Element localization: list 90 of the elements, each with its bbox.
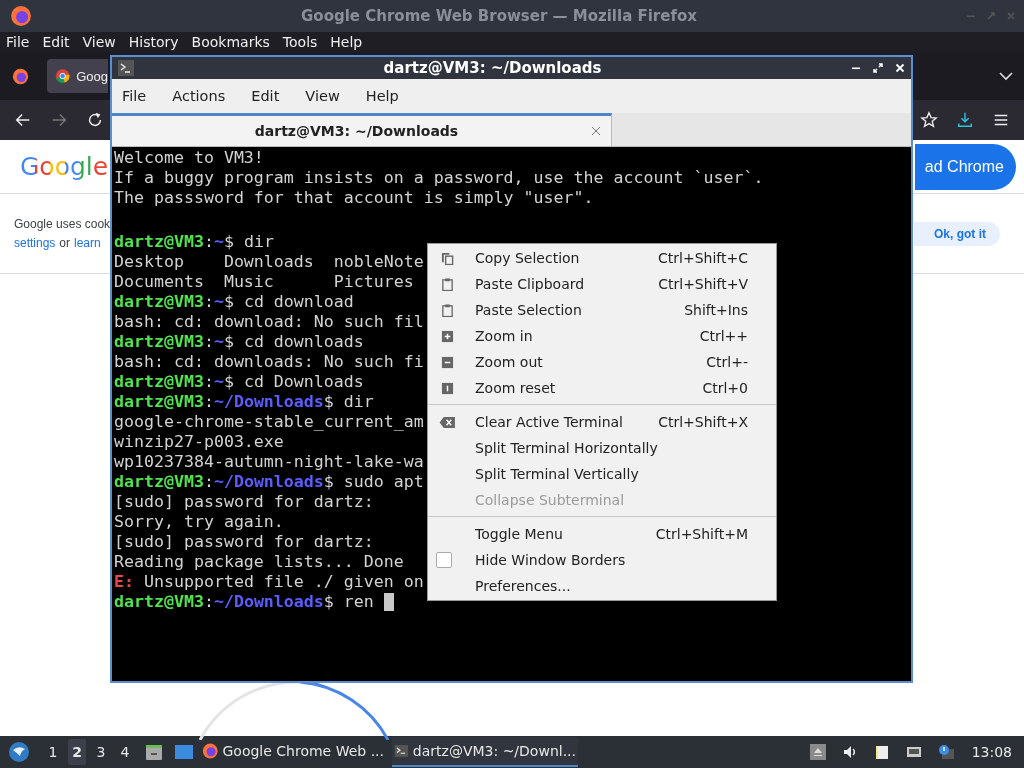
terminal-line: [sudo] password for dartz: <box>114 532 374 552</box>
menu-item[interactable]: View <box>82 34 116 50</box>
volume-icon[interactable] <box>841 744 858 760</box>
menu-item[interactable]: Edit <box>251 88 280 104</box>
zoom-in-icon <box>440 329 454 343</box>
terminal-line: wp10237384-autumn-night-lake-wa <box>114 452 424 472</box>
terminal-line: Documents Music Pictures <box>114 272 414 292</box>
terminal-line: bash: cd: downloads: No such fi <box>114 352 424 372</box>
taskbar-button[interactable]: Google Chrome Web ... <box>200 737 386 767</box>
file-manager-icon[interactable] <box>144 742 164 762</box>
menu-item[interactable]: File <box>6 34 30 50</box>
download-button[interactable]: ad Chrome <box>915 143 1016 190</box>
desktop-icon[interactable] <box>174 742 194 762</box>
terminal-line: [sudo] password for dartz: <box>114 492 374 512</box>
network-icon[interactable] <box>905 744 922 760</box>
browser-tab[interactable]: Goog <box>47 59 108 93</box>
terminal-line: dartz@VM3:~$ cd download <box>114 292 354 312</box>
taskbar-button[interactable]: dartz@VM3: ~/Downl... <box>392 737 578 767</box>
menu-item[interactable]: Toggle Menu Ctrl+Shift+M <box>428 521 776 547</box>
terminal-line: dartz@VM3:~/Downloads$ ren <box>114 592 375 612</box>
terminal-line: bash: cd: download: No such fil <box>114 312 424 332</box>
terminal-line: winzip27-p003.exe <box>114 432 284 452</box>
menu-item[interactable]: File <box>122 88 147 104</box>
ok-button[interactable]: Ok, got it <box>914 221 1000 246</box>
menu-item[interactable]: View <box>305 88 340 104</box>
terminal-line: Desktop Downloads nobleNote <box>114 252 424 272</box>
window-title: dartz@VM3: ~/Downloads <box>382 59 603 77</box>
workspace-button[interactable]: 4 <box>116 739 134 765</box>
zoom-out-icon <box>440 355 454 369</box>
clipboard-icon <box>440 277 454 291</box>
terminal-line: dartz@VM3:~/Downloads$ dir <box>114 392 374 412</box>
download-icon[interactable] <box>956 111 974 129</box>
menu-item[interactable]: Tools <box>282 34 318 50</box>
chevron-down-icon[interactable] <box>998 71 1014 81</box>
backspace-icon <box>438 415 456 429</box>
clipboard-icon <box>440 303 454 317</box>
zoom-reset-icon <box>440 381 454 395</box>
terminal-line: E: Unsupported file ./ given on <box>114 572 424 592</box>
cookie-text: Google uses cook <box>14 217 111 231</box>
terminal-tab[interactable]: dartz@VM3: ~/Downloads <box>112 113 612 146</box>
terminal-line: If a buggy program insists on a password, use the account `user`. <box>114 168 764 188</box>
forward-icon[interactable] <box>50 111 68 129</box>
terminal-line: dartz@VM3:~/Downloads$ sudo apt <box>114 472 424 492</box>
window-title: Google Chrome Web Browser — Mozilla Firefox <box>300 7 698 25</box>
chrome-icon <box>55 68 71 84</box>
notification-icon[interactable] <box>937 744 954 760</box>
terminal-line: Sorry, try again. <box>114 512 284 532</box>
menu-item[interactable]: Zoom reset Ctrl+0 <box>428 375 776 401</box>
workspace-button[interactable]: 3 <box>92 739 110 765</box>
terminal-line: dartz@VM3:~$ dir <box>114 232 274 252</box>
menu-item[interactable]: Actions <box>172 88 226 104</box>
workspace-button[interactable]: 1 <box>44 739 62 765</box>
terminal-line: google-chrome-stable_current_am <box>114 412 424 432</box>
menu-item[interactable]: Clear Active Terminal Ctrl+Shift+X <box>428 409 776 435</box>
terminal-line: dartz@VM3:~$ cd downloads <box>114 332 364 352</box>
learn-link[interactable]: learn <box>74 236 101 250</box>
menu-item[interactable]: Split Terminal Vertically <box>428 461 776 487</box>
firefox-icon <box>10 5 32 27</box>
workspace-button[interactable]: 2 <box>68 739 86 765</box>
menu-item[interactable]: Zoom in Ctrl++ <box>428 323 776 349</box>
copy-icon <box>440 251 454 265</box>
menu-item[interactable]: Help <box>365 88 399 104</box>
menu-item[interactable]: Hide Window Borders <box>428 547 776 573</box>
back-icon[interactable] <box>14 111 32 129</box>
clock: 13:08 <box>971 744 1012 760</box>
eject-icon[interactable] <box>809 744 826 760</box>
notes-icon[interactable] <box>873 744 890 760</box>
menu-item[interactable]: Copy Selection Ctrl+Shift+C <box>428 245 776 271</box>
reload-icon[interactable] <box>86 111 104 129</box>
settings-link[interactable]: settings <box>14 236 56 250</box>
menu-item[interactable]: Help <box>330 34 363 50</box>
star-icon[interactable] <box>920 111 938 129</box>
menu-item[interactable]: Edit <box>42 34 70 50</box>
menu-item[interactable]: Preferences... <box>428 573 776 599</box>
terminal-line: The passsword for that account is simply "user". <box>114 188 594 208</box>
terminal-line: Reading package lists... Done <box>114 552 404 572</box>
menu-item[interactable]: Zoom out Ctrl+- <box>428 349 776 375</box>
start-menu-icon[interactable] <box>8 741 30 763</box>
menu-item[interactable]: Paste Clipboard Ctrl+Shift+V <box>428 271 776 297</box>
cookie-text: or <box>59 236 71 250</box>
menu-item[interactable]: History <box>128 34 179 50</box>
checkbox[interactable] <box>436 552 452 568</box>
menu-item[interactable]: Split Terminal Horizontally <box>428 435 776 461</box>
menu-item[interactable]: Paste Selection Shift+Ins <box>428 297 776 323</box>
firefox-icon <box>202 741 219 761</box>
menu-item[interactable]: Bookmarks <box>191 34 270 50</box>
terminal-icon <box>118 60 134 76</box>
terminal-line: Welcome to VM3! <box>114 148 264 168</box>
firefox-icon[interactable] <box>12 67 29 85</box>
terminal-line: dartz@VM3:~$ cd Downloads <box>114 372 364 392</box>
